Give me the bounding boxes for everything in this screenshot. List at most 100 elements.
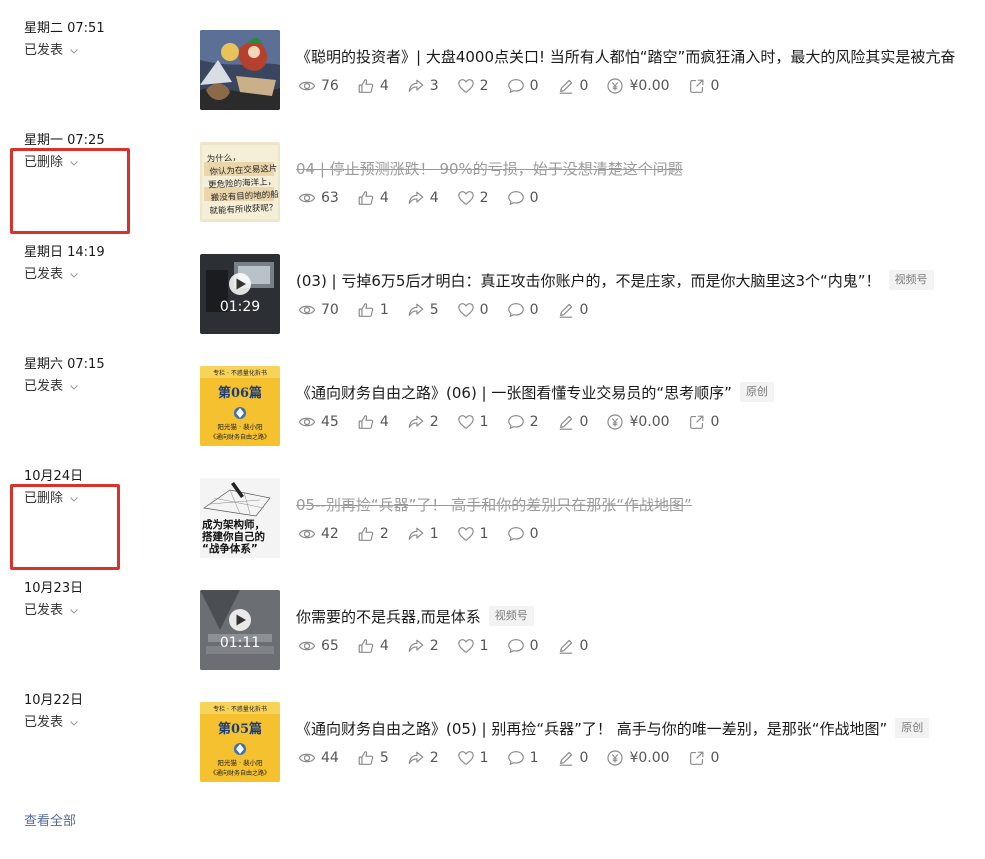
article-thumbnail[interactable] — [200, 30, 280, 110]
status-dropdown[interactable]: 已发表 — [24, 377, 174, 397]
stat-views-value: 42 — [321, 526, 339, 542]
stat-shares: 2 — [407, 637, 439, 655]
stat-shares-value: 5 — [429, 302, 439, 318]
view-count-icon — [298, 525, 316, 543]
stat-notes-value: 0 — [579, 750, 589, 766]
article-title[interactable]: 《通向财务自由之路》(06) | 一张图看懂专业交易员的“思考顺序” — [296, 382, 732, 403]
view-count-icon — [298, 637, 316, 655]
stat-likes: 4 — [357, 189, 389, 207]
stat-comments: 0 — [507, 77, 539, 95]
publish-date: 星期日 14:19 — [24, 245, 105, 260]
status-label: 已发表 — [24, 43, 64, 58]
article-title[interactable]: 05--别再捡“兵器”了！ 高手和你的差别只在那张“作战地图” — [296, 494, 692, 515]
stat-likes-value: 4 — [379, 78, 389, 94]
article-thumbnail[interactable]: 专栏 · 不惑量化拆书 第05篇 阳光猫 · 裴小阳 《通向财务自由之路》 — [200, 702, 280, 782]
stat-comments: 0 — [507, 189, 539, 207]
stat-views-value: 65 — [321, 638, 339, 654]
stat-reward-value: ¥0.00 — [629, 750, 670, 766]
note-pen-icon — [557, 301, 575, 319]
comment-icon — [507, 637, 525, 655]
status-dropdown[interactable]: 已删除 — [24, 489, 174, 509]
stat-views: 63 — [298, 189, 339, 207]
stat-shares: 5 — [407, 301, 439, 319]
stat-likes: 2 — [357, 525, 389, 543]
stat-shares-value: 3 — [429, 78, 439, 94]
stat-forwards: 0 — [688, 413, 720, 431]
note-pen-icon — [557, 413, 575, 431]
stat-wows: 1 — [457, 413, 489, 431]
article-title[interactable]: 04 | 停止预测涨跌！ 90%的亏损，始于没想清楚这个问题 — [296, 158, 683, 179]
publish-info: 星期日 14:19 已发表 — [24, 243, 174, 285]
stat-reward-value: ¥0.00 — [629, 414, 670, 430]
article-thumbnail[interactable]: 01:11 — [200, 590, 280, 670]
stat-likes: 5 — [357, 749, 389, 767]
like-icon — [357, 749, 375, 767]
comment-icon — [507, 749, 525, 767]
thumb-authors: 阳光猫 · 裴小阳 — [217, 758, 262, 767]
stat-shares-value: 2 — [429, 414, 439, 430]
comment-icon — [507, 301, 525, 319]
share-icon — [407, 413, 425, 431]
article-thumbnail[interactable]: 为什么， 你认为在交易这片 更危险的海洋上， 搬没有目的地的船 就能有所收获呢？ — [200, 142, 280, 222]
chevron-down-icon — [69, 382, 79, 392]
article-row-deleted: 星期一 07:25 已删除 为什么， 你认为在交易这片 更危险的海洋上， 搬没有目的地… — [0, 112, 985, 224]
article-row-deleted: 10月24日 已删除 成为架构师， 搭建你自己的 “战争体系” 05--别再捡“兵器… — [0, 448, 985, 560]
forward-icon — [688, 413, 706, 431]
article-title[interactable]: 《聪明的投资者》| 大盘4000点关口! 当所有人都怕“踏空”而疯狂涌入时，最大… — [296, 46, 955, 67]
stat-shares: 4 — [407, 189, 439, 207]
article-tag: 视频号 — [488, 606, 534, 626]
stat-likes: 4 — [357, 77, 389, 95]
view-count-icon — [298, 413, 316, 431]
video-duration: 01:11 — [220, 635, 260, 651]
status-dropdown[interactable]: 已发表 — [24, 713, 174, 733]
stat-comments-value: 0 — [529, 190, 539, 206]
stat-shares-value: 4 — [429, 190, 439, 206]
stat-comments: 0 — [507, 301, 539, 319]
like-icon — [357, 301, 375, 319]
stat-likes-value: 5 — [379, 750, 389, 766]
forward-icon — [688, 77, 706, 95]
article-stats: 45 4 2 1 2 0 ¥0.00 0 — [298, 412, 737, 432]
article-title[interactable]: 你需要的不是兵器,而是体系 — [296, 606, 481, 627]
stat-views: 76 — [298, 77, 339, 95]
article-title[interactable]: 《通向财务自由之路》(05) | 别再捡“兵器”了！ 高手与你的唯一差别，是那张… — [296, 718, 887, 739]
stat-shares-value: 2 — [429, 638, 439, 654]
thumb-series: 专栏 · 不惑量化拆书 — [213, 705, 267, 713]
chevron-down-icon — [69, 606, 79, 616]
publish-date: 星期一 07:25 — [24, 133, 105, 148]
thumb-authors: 阳光猫 · 裴小阳 — [217, 422, 262, 431]
stat-comments: 0 — [507, 637, 539, 655]
chevron-down-icon — [69, 494, 79, 504]
title-line: (03) | 亏掉6万5后才明白：真正攻击你账户的，不是庄家，而是你大脑里这3个… — [296, 268, 985, 292]
publish-info: 星期二 07:51 已发表 — [24, 19, 174, 61]
stat-notes: 0 — [557, 749, 589, 767]
like-icon — [357, 413, 375, 431]
publish-date: 星期六 07:15 — [24, 357, 105, 372]
share-icon — [407, 637, 425, 655]
chevron-down-icon — [69, 718, 79, 728]
share-icon — [407, 189, 425, 207]
reward-yen-icon — [606, 77, 624, 95]
article-stats: 65 4 2 1 0 0 — [298, 636, 606, 656]
share-icon — [407, 77, 425, 95]
status-dropdown[interactable]: 已发表 — [24, 41, 174, 61]
share-icon — [407, 749, 425, 767]
note-pen-icon — [557, 77, 575, 95]
thumb-text-line: 搭建你自己的 — [202, 530, 265, 543]
thumb-book-title: 《通向财务自由之路》 — [210, 769, 270, 777]
status-dropdown[interactable]: 已发表 — [24, 601, 174, 621]
stat-wows-value: 1 — [479, 414, 489, 430]
status-dropdown[interactable]: 已发表 — [24, 265, 174, 285]
article-thumbnail[interactable]: 成为架构师， 搭建你自己的 “战争体系” — [200, 478, 280, 558]
article-title[interactable]: (03) | 亏掉6万5后才明白：真正攻击你账户的，不是庄家，而是你大脑里这3个… — [296, 270, 881, 291]
note-pen-icon — [557, 749, 575, 767]
title-line: 《聪明的投资者》| 大盘4000点关口! 当所有人都怕“踏空”而疯狂涌入时，最大… — [296, 44, 985, 68]
article-stats: 76 4 3 2 0 0 ¥0.00 0 — [298, 76, 737, 96]
status-dropdown[interactable]: 已删除 — [24, 153, 174, 173]
stat-forwards-value: 0 — [710, 414, 720, 430]
article-thumbnail[interactable]: 专栏 · 不惑量化拆书 第06篇 阳光猫 · 裴小阳 《通向财务自由之路》 — [200, 366, 280, 446]
view-all-link[interactable]: 查看全部 — [24, 810, 76, 829]
title-line: 05--别再捡“兵器”了！ 高手和你的差别只在那张“作战地图” — [296, 492, 985, 516]
article-thumbnail[interactable]: 01:29 — [200, 254, 280, 334]
stat-comments-value: 0 — [529, 526, 539, 542]
